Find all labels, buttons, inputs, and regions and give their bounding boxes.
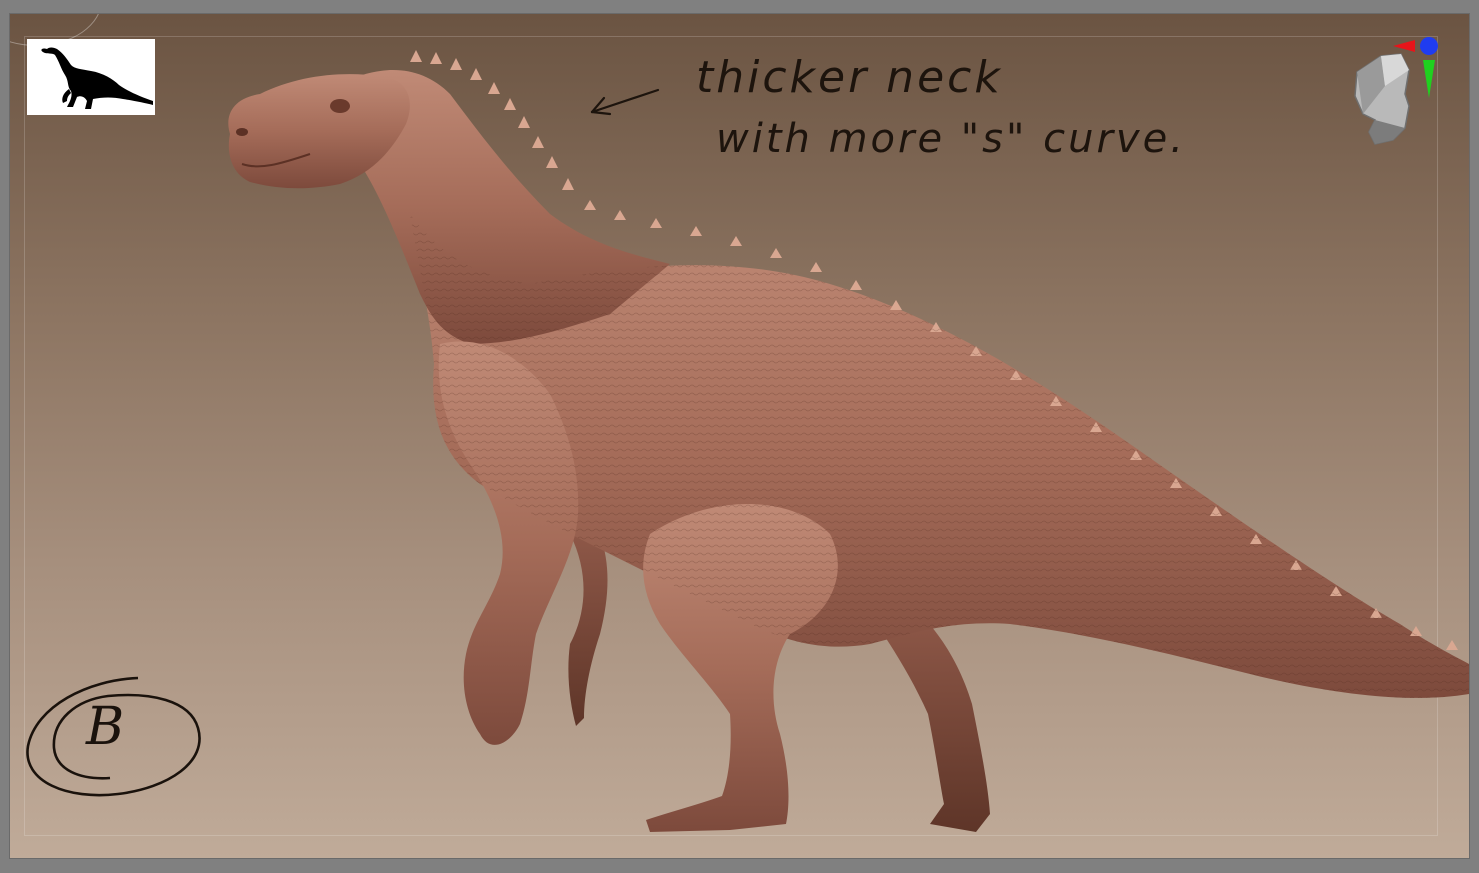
iguanodon-sculpt[interactable] [10,14,1469,858]
eye [330,99,350,113]
3d-viewport[interactable]: thicker neck with more "s" curve. B [10,14,1469,858]
z-axis-ball-icon [1420,37,1438,55]
app-frame: thicker neck with more "s" curve. B [0,0,1479,873]
view-orientation-head-icon[interactable] [1335,36,1445,166]
far-arm [568,534,608,726]
x-axis-arrow-icon [1393,40,1415,52]
version-letter: B [86,697,125,757]
nostril [236,128,248,136]
y-axis-arrow-icon [1423,60,1435,98]
far-hind-leg [870,614,990,832]
